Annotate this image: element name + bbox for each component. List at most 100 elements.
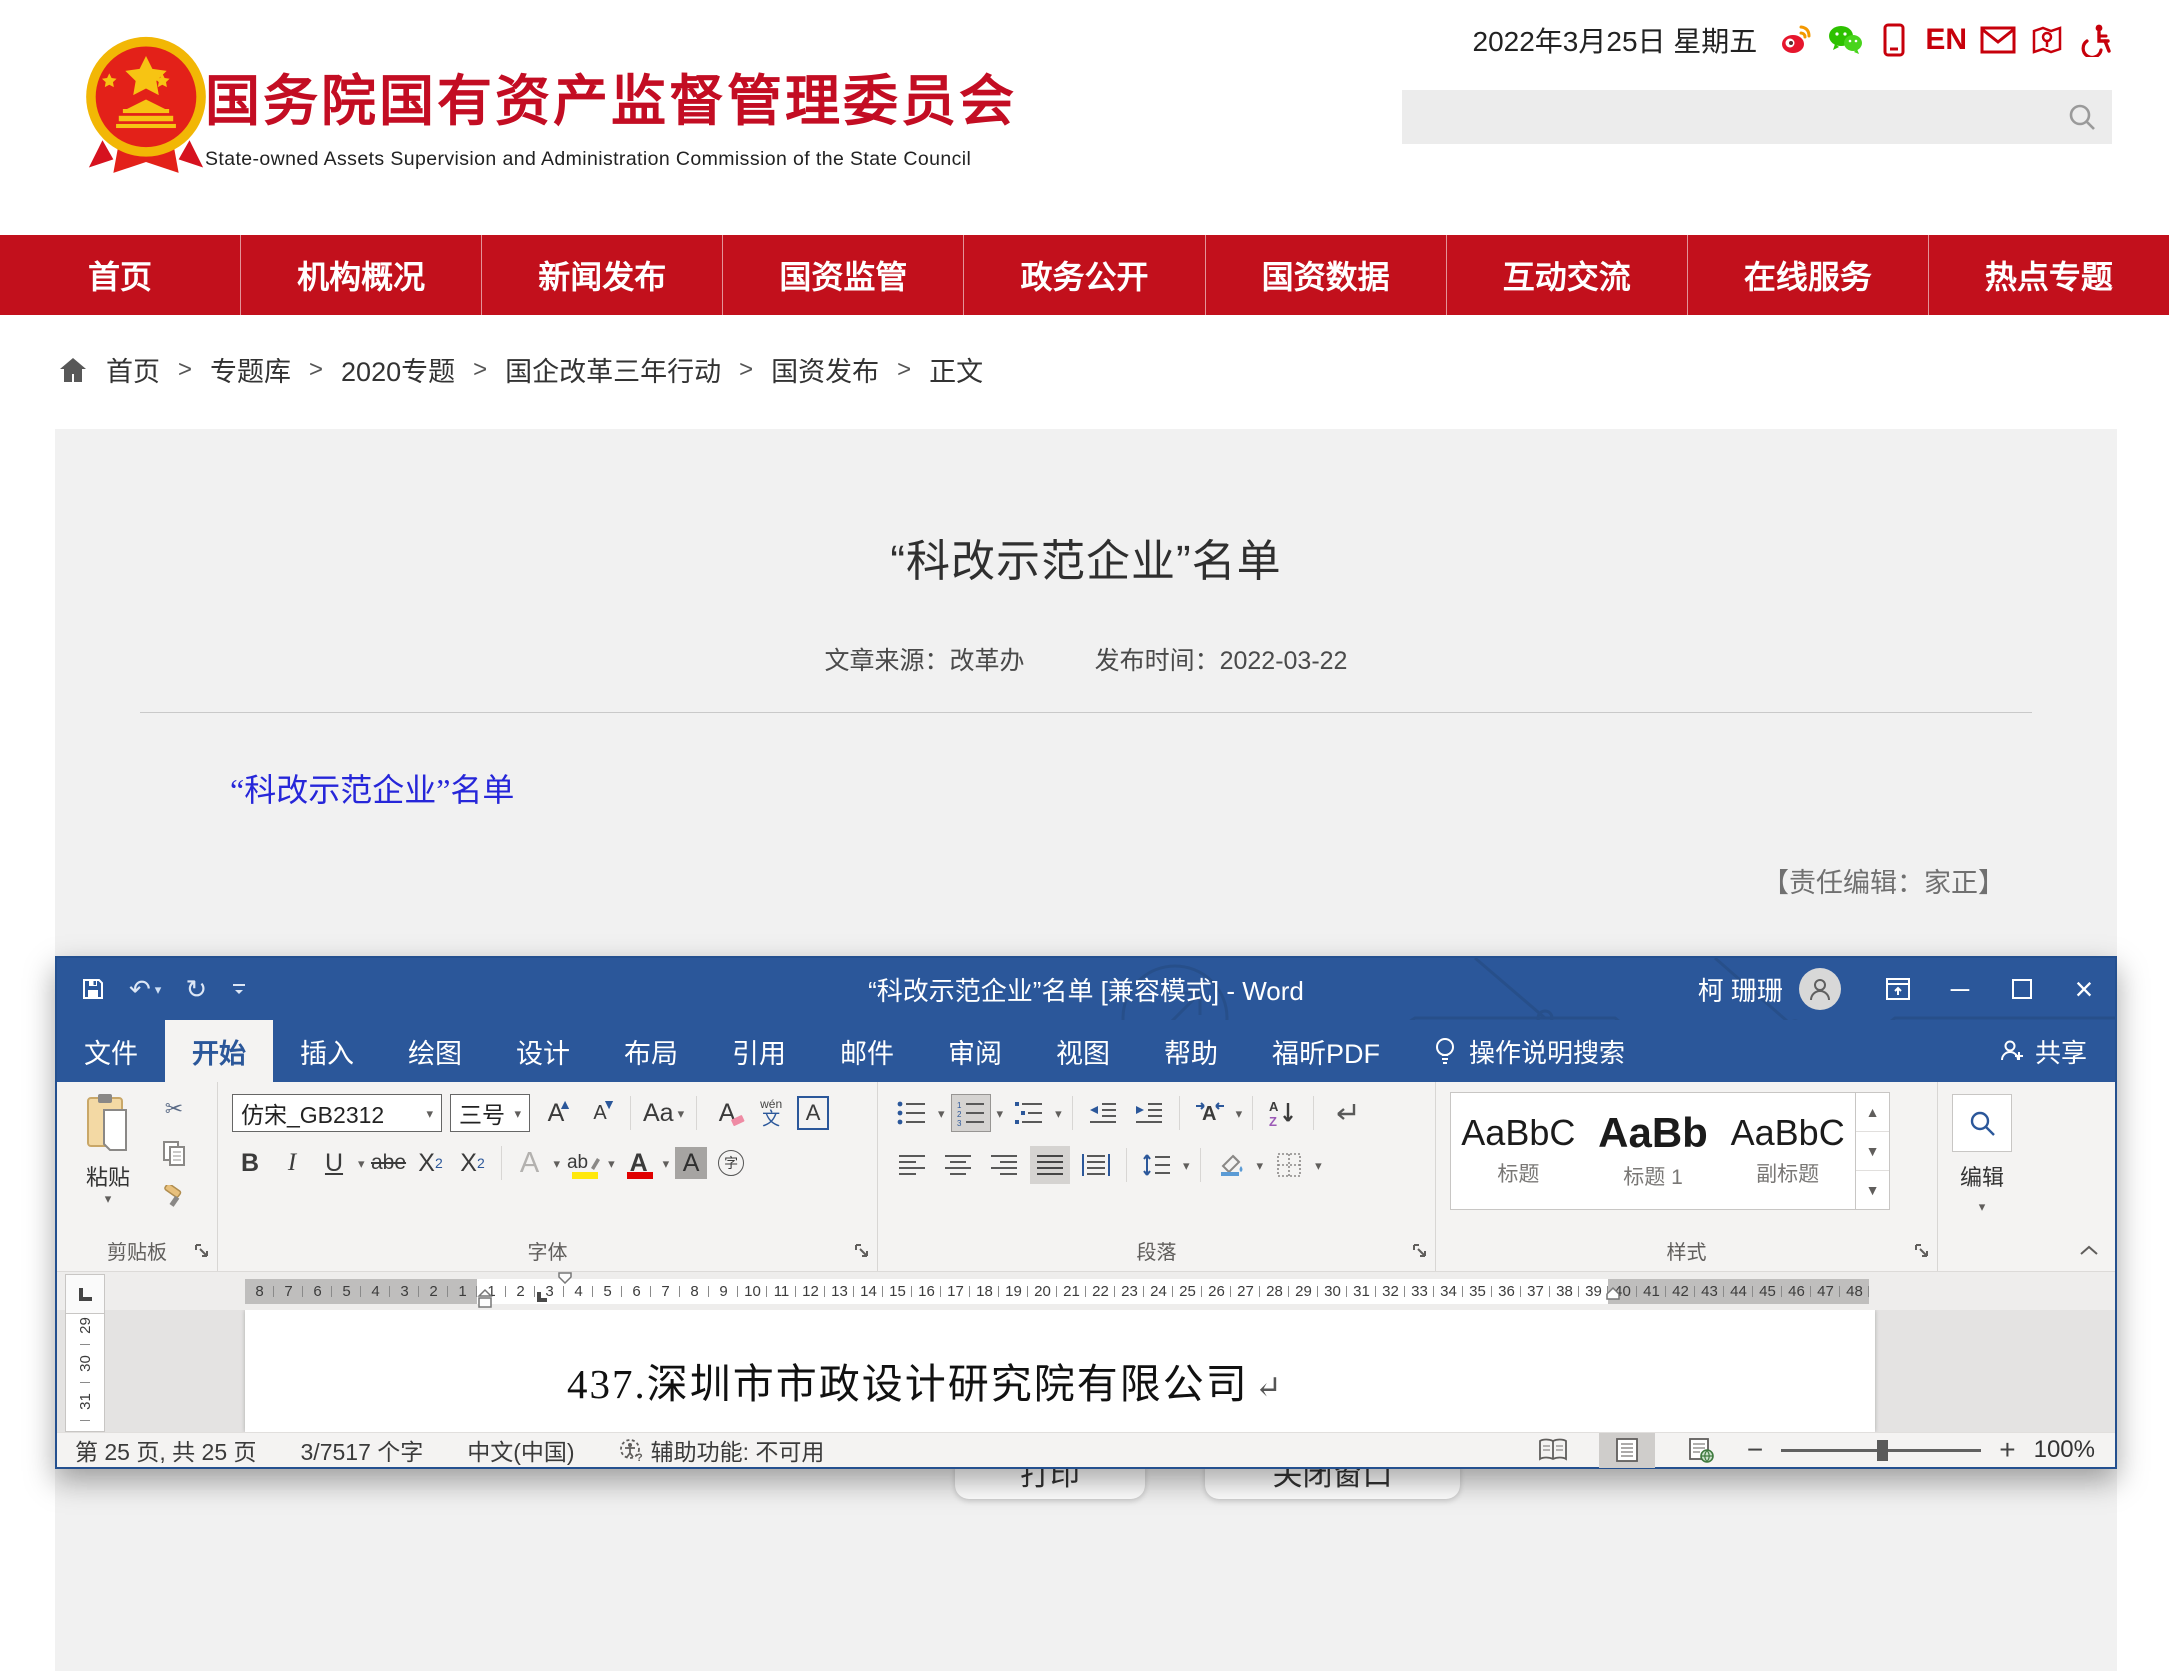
align-center-icon[interactable] xyxy=(938,1146,978,1184)
show-paragraph-marks-icon[interactable] xyxy=(1324,1094,1364,1132)
font-size-combobox[interactable]: 三号▾ xyxy=(450,1094,530,1132)
save-icon[interactable] xyxy=(81,977,105,1001)
accessibility-status[interactable]: ? 辅助功能: 不可用 xyxy=(619,1433,825,1467)
cut-icon[interactable]: ✂ xyxy=(157,1094,191,1124)
distributed-icon[interactable] xyxy=(1076,1146,1116,1184)
nav-item-1[interactable]: 首页 xyxy=(0,235,240,315)
tab-stop-marker[interactable] xyxy=(537,1292,547,1302)
character-border-icon[interactable]: A xyxy=(797,1096,829,1130)
breadcrumb-item-4[interactable]: 国企改革三年行动 xyxy=(505,350,721,389)
nav-item-2[interactable]: 机构概况 xyxy=(240,235,481,315)
language-indicator[interactable]: 中文(中国) xyxy=(467,1433,574,1467)
clipboard-dialog-launcher-icon[interactable] xyxy=(195,1244,209,1263)
page-indicator[interactable]: 第 25 页, 共 25 页 xyxy=(75,1433,257,1467)
avatar[interactable] xyxy=(1799,968,1841,1010)
font-name-combobox[interactable]: 仿宋_GB2312▾ xyxy=(232,1094,442,1132)
ribbon-tab-帮助[interactable]: 帮助 xyxy=(1137,1020,1245,1082)
document-area[interactable]: 293031 437.深圳市市政设计研究院有限公司↵ xyxy=(57,1310,2115,1432)
ribbon-tab-邮件[interactable]: 邮件 xyxy=(813,1020,921,1082)
ribbon-tab-文件[interactable]: 文件 xyxy=(57,1020,165,1082)
decrease-indent-icon[interactable] xyxy=(1083,1094,1123,1132)
en-language-link[interactable]: EN xyxy=(1925,23,1967,57)
numbering-icon[interactable]: 123 xyxy=(951,1094,991,1132)
multilevel-list-icon[interactable] xyxy=(1009,1094,1049,1132)
word-count[interactable]: 3/7517 个字 xyxy=(301,1433,424,1467)
bold-icon[interactable]: B xyxy=(232,1144,268,1182)
change-case-icon[interactable]: Aa▾ xyxy=(643,1094,684,1132)
tab-selector[interactable] xyxy=(65,1274,105,1314)
ribbon-tab-开始[interactable]: 开始 xyxy=(165,1020,273,1082)
nav-item-5[interactable]: 政务公开 xyxy=(963,235,1204,315)
hanging-indent-marker[interactable] xyxy=(477,1288,493,1310)
account-name[interactable]: 柯 珊珊 xyxy=(1698,971,1783,1008)
breadcrumb-item-6[interactable]: 正文 xyxy=(929,350,983,389)
style-card-1[interactable]: AaBbC标题 xyxy=(1451,1093,1586,1209)
asian-layout-icon[interactable]: A xyxy=(1190,1094,1230,1132)
text-effects-icon[interactable]: A xyxy=(512,1144,548,1182)
customize-qat-icon[interactable] xyxy=(231,981,247,997)
accessibility-icon[interactable] xyxy=(2078,22,2114,58)
nav-item-9[interactable]: 热点专题 xyxy=(1928,235,2169,315)
editing-button[interactable]: 编辑 ▾ xyxy=(1950,1094,2014,1213)
maximize-button[interactable] xyxy=(1991,958,2053,1020)
share-button[interactable]: 共享 xyxy=(1999,1020,2087,1082)
zoom-slider[interactable] xyxy=(1781,1433,1981,1468)
nav-item-4[interactable]: 国资监管 xyxy=(722,235,963,315)
breadcrumb-item-2[interactable]: 专题库 xyxy=(210,350,291,389)
font-color-icon[interactable]: A xyxy=(621,1144,657,1182)
right-indent-marker[interactable] xyxy=(1605,1286,1621,1300)
location-map-icon[interactable] xyxy=(2029,22,2065,58)
ribbon-tab-引用[interactable]: 引用 xyxy=(705,1020,813,1082)
breadcrumb-item-5[interactable]: 国资发布 xyxy=(771,350,879,389)
vertical-ruler[interactable]: 293031 xyxy=(65,1310,105,1432)
sort-icon[interactable]: AZ xyxy=(1263,1094,1303,1132)
wechat-icon[interactable] xyxy=(1827,22,1863,58)
nav-item-3[interactable]: 新闻发布 xyxy=(481,235,722,315)
nav-item-8[interactable]: 在线服务 xyxy=(1687,235,1928,315)
styles-scroll-up-icon[interactable]: ▲ xyxy=(1856,1093,1889,1131)
close-button[interactable]: × xyxy=(2053,958,2115,1020)
styles-dialog-launcher-icon[interactable] xyxy=(1915,1244,1929,1263)
strikethrough-icon[interactable]: abe xyxy=(371,1144,407,1182)
subscript-icon[interactable]: X2 xyxy=(413,1144,449,1182)
style-card-2[interactable]: AaBb标题 1 xyxy=(1586,1093,1721,1209)
line-spacing-icon[interactable] xyxy=(1137,1146,1177,1184)
highlight-color-icon[interactable]: ab xyxy=(566,1144,602,1182)
read-mode-icon[interactable] xyxy=(1525,1433,1581,1468)
ribbon-tab-视图[interactable]: 视图 xyxy=(1029,1020,1137,1082)
style-card-3[interactable]: AaBbC副标题 xyxy=(1720,1093,1855,1209)
ribbon-tab-设计[interactable]: 设计 xyxy=(489,1020,597,1082)
phonetic-guide-icon[interactable]: wén 文 xyxy=(753,1094,789,1132)
weibo-icon[interactable] xyxy=(1778,22,1814,58)
styles-scroll-down-icon[interactable]: ▼ xyxy=(1856,1131,1889,1170)
ribbon-tab-绘图[interactable]: 绘图 xyxy=(381,1020,489,1082)
document-text-line[interactable]: 437.深圳市市政设计研究院有限公司↵ xyxy=(567,1350,1284,1410)
web-layout-icon[interactable] xyxy=(1673,1433,1729,1468)
nav-item-7[interactable]: 互动交流 xyxy=(1446,235,1687,315)
zoom-level[interactable]: 100% xyxy=(2034,1436,2095,1464)
align-left-icon[interactable] xyxy=(892,1146,932,1184)
grow-font-icon[interactable]: A▲ xyxy=(538,1094,574,1132)
ribbon-tab-插入[interactable]: 插入 xyxy=(273,1020,381,1082)
zoom-slider-thumb[interactable] xyxy=(1877,1440,1888,1461)
collapse-ribbon-icon[interactable] xyxy=(2079,1243,2099,1261)
enclose-characters-icon[interactable]: 字 xyxy=(713,1144,749,1182)
justify-icon[interactable] xyxy=(1030,1146,1070,1184)
zoom-out-icon[interactable]: − xyxy=(1747,1434,1763,1466)
italic-icon[interactable]: I xyxy=(274,1144,310,1182)
nav-item-6[interactable]: 国资数据 xyxy=(1205,235,1446,315)
print-layout-icon[interactable] xyxy=(1599,1433,1655,1468)
ribbon-display-options-icon[interactable] xyxy=(1867,958,1929,1020)
align-right-icon[interactable] xyxy=(984,1146,1024,1184)
font-dialog-launcher-icon[interactable] xyxy=(855,1244,869,1263)
increase-indent-icon[interactable] xyxy=(1129,1094,1169,1132)
mobile-icon[interactable] xyxy=(1876,22,1912,58)
redo-icon[interactable]: ↻ xyxy=(185,974,207,1005)
paste-button[interactable]: 粘贴 ▾ xyxy=(71,1092,145,1222)
shrink-font-icon[interactable]: A▼ xyxy=(582,1094,618,1132)
minimize-button[interactable]: ─ xyxy=(1929,958,1991,1020)
copy-icon[interactable] xyxy=(157,1138,191,1168)
attachment-link[interactable]: “科改示范企业”名单 xyxy=(230,765,514,811)
shading-icon[interactable] xyxy=(1211,1146,1251,1184)
borders-icon[interactable] xyxy=(1269,1146,1309,1184)
